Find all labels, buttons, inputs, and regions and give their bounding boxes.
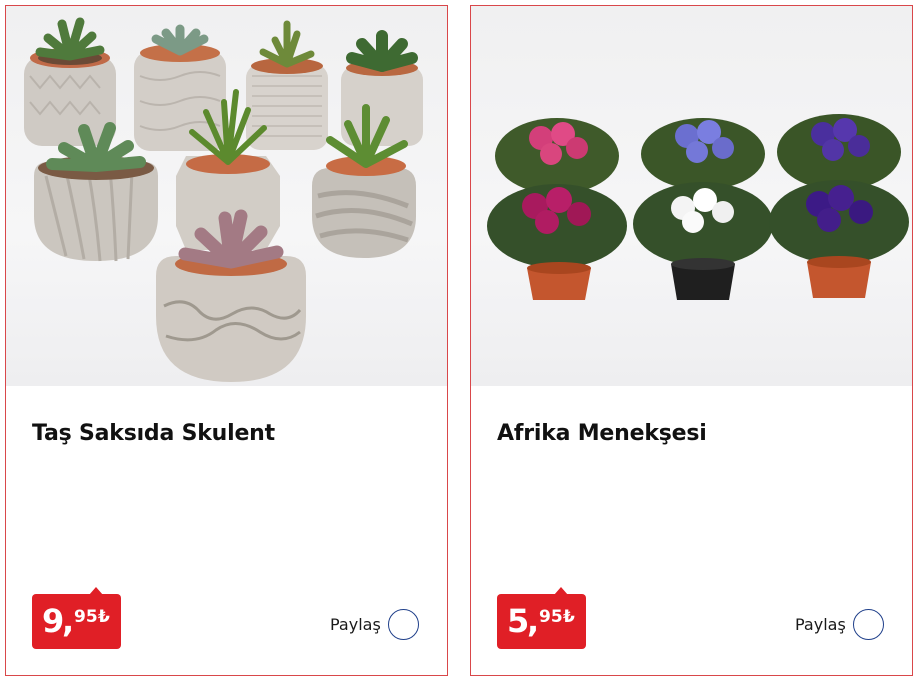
price-cents: 95 — [74, 607, 98, 627]
product-title[interactable]: Afrika Menekşesi — [497, 421, 707, 446]
price-comma: , — [62, 602, 75, 640]
share-button[interactable]: Paylaş — [795, 608, 884, 640]
price-integer: 5 — [507, 602, 530, 640]
share-label: Paylaş — [330, 614, 381, 634]
product-image[interactable] — [6, 6, 447, 386]
share-circle-icon[interactable] — [852, 608, 884, 640]
price-currency: ₺ — [563, 607, 575, 627]
share-button[interactable]: Paylaş — [330, 608, 419, 640]
share-circle-icon[interactable] — [387, 608, 419, 640]
price-badge: 9 , 95 ₺ — [32, 587, 121, 649]
price-currency: ₺ — [98, 607, 110, 627]
price-comma: , — [527, 602, 540, 640]
product-title[interactable]: Taş Saksıda Skulent — [32, 421, 275, 446]
price-badge: 5 , 95 ₺ — [497, 587, 586, 649]
product-card-succulent[interactable]: Taş Saksıda Skulent 9 , 95 ₺ Paylaş — [5, 5, 448, 676]
succulent-pots-illustration — [24, 17, 423, 382]
african-violets-illustration — [487, 114, 909, 300]
product-image[interactable] — [471, 6, 912, 386]
share-label: Paylaş — [795, 614, 846, 634]
product-card-african-violet[interactable]: Afrika Menekşesi 5 , 95 ₺ Paylaş — [470, 5, 913, 676]
price-cents: 95 — [539, 607, 563, 627]
price-integer: 9 — [42, 602, 65, 640]
